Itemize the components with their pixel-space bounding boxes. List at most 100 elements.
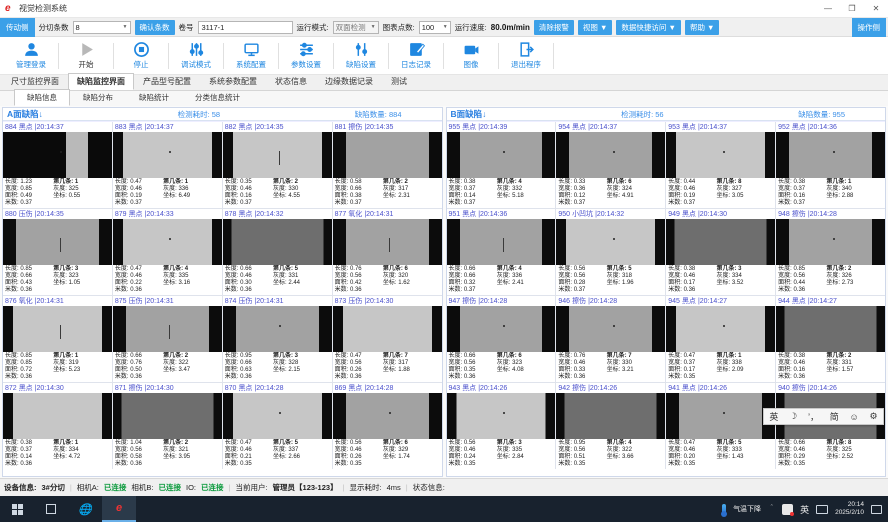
language-indicator[interactable]: 英: [800, 503, 809, 516]
panel-b-title[interactable]: B面缺陷↓: [451, 108, 487, 120]
roll-number-input[interactable]: 3117-1: [198, 21, 293, 34]
defect-cell[interactable]: 953 黑点 |20:14:37 长度: 0.44宽度: 0.46面积: 0.1…: [666, 122, 775, 208]
defect-cell[interactable]: 941 黑点 |20:14:26 长度: 0.47宽度: 0.46面积: 0.2…: [666, 383, 775, 469]
defect-cell[interactable]: 879 黑点 |20:14:33 长度: 0.47宽度: 0.46面积: 0.2…: [113, 209, 222, 295]
drive-side-button[interactable]: 传动侧: [0, 18, 35, 37]
tab-test[interactable]: 测试: [382, 73, 416, 90]
debug-mode-button[interactable]: 调试模式: [169, 41, 223, 70]
taskbar-clock[interactable]: 20:14 2025/2/10: [835, 501, 864, 517]
data-quick-access-button[interactable]: 数据快捷访问 ▼: [616, 20, 681, 35]
ime-lang-toggle[interactable]: 英: [769, 410, 778, 423]
defect-cell[interactable]: 884 黑点 |20:14:37 长度: 1.23宽度: 0.85面积: 0.4…: [3, 122, 112, 208]
parameter-settings-button[interactable]: 参数设置: [279, 41, 333, 70]
ime-simplified-toggle[interactable]: 简: [830, 410, 839, 423]
defect-cell[interactable]: 942 擦伤 |20:14:26 长度: 0.95宽度: 0.56面积: 0.5…: [556, 383, 665, 469]
ime-moon-icon[interactable]: ☽: [789, 411, 797, 422]
defect-image[interactable]: [666, 132, 775, 178]
weather-text[interactable]: 气温下降: [733, 504, 761, 514]
log-record-button[interactable]: 日志记录: [389, 41, 443, 70]
defect-cell[interactable]: 880 压伤 |20:14:35 长度: 0.85宽度: 0.66面积: 0.4…: [3, 209, 112, 295]
defect-image[interactable]: [666, 306, 775, 352]
defect-settings-button[interactable]: 缺陷设置: [334, 41, 388, 70]
defect-cell[interactable]: 882 黑点 |20:14:35 长度: 0.35宽度: 0.46面积: 0.1…: [223, 122, 332, 208]
taskbar-app-browser[interactable]: 🌐: [68, 496, 102, 522]
defect-image[interactable]: [776, 219, 885, 265]
defect-image[interactable]: [333, 306, 442, 352]
tab-status-info[interactable]: 状态信息: [266, 73, 316, 90]
defect-image[interactable]: [556, 132, 665, 178]
defect-cell[interactable]: 881 擦伤 |20:14:35 长度: 0.58宽度: 0.66面积: 0.3…: [333, 122, 442, 208]
defect-cell[interactable]: 872 黑点 |20:14:30 长度: 0.38宽度: 0.37面积: 0.1…: [3, 383, 112, 469]
defect-image[interactable]: [333, 393, 442, 439]
defect-cell[interactable]: 940 擦伤 |20:14:26 长度: 0.66宽度: 0.46面积: 0.2…: [776, 383, 885, 469]
defect-image[interactable]: [776, 306, 885, 352]
clear-alarm-button[interactable]: 清除报警: [534, 20, 574, 35]
defect-cell[interactable]: 874 压伤 |20:14:31 长度: 0.95宽度: 0.66面积: 0.6…: [223, 296, 332, 382]
defect-image[interactable]: [556, 306, 665, 352]
defect-cell[interactable]: 876 氧化 |20:14:31 长度: 0.85宽度: 0.85面积: 0.7…: [3, 296, 112, 382]
defect-image[interactable]: [447, 306, 556, 352]
defect-image[interactable]: [223, 306, 332, 352]
stop-button[interactable]: 停止: [114, 41, 168, 70]
exit-program-button[interactable]: 退出程序: [499, 41, 553, 70]
touch-keyboard-icon[interactable]: [816, 505, 828, 514]
ime-emoji-icon[interactable]: ☺: [850, 412, 859, 422]
subtab-defect-distribution[interactable]: 缺陷分布: [70, 89, 126, 106]
split-count-select[interactable]: 8▼: [73, 21, 131, 34]
defect-cell[interactable]: 946 擦伤 |20:14:28 长度: 0.76宽度: 0.46面积: 0.3…: [556, 296, 665, 382]
defect-cell[interactable]: 951 黑点 |20:14:36 长度: 0.66宽度: 0.66面积: 0.3…: [447, 209, 556, 295]
ime-punctuation-toggle[interactable]: ’，: [808, 410, 819, 423]
defect-image[interactable]: [3, 306, 112, 352]
defect-image[interactable]: [447, 132, 556, 178]
defect-cell[interactable]: 954 黑点 |20:14:37 长度: 0.33宽度: 0.36面积: 0.1…: [556, 122, 665, 208]
defect-image[interactable]: [776, 132, 885, 178]
defect-cell[interactable]: 883 黑点 |20:14:37 长度: 0.47宽度: 0.46面积: 0.1…: [113, 122, 222, 208]
admin-login-button[interactable]: 管理登录: [4, 41, 58, 70]
close-button[interactable]: ✕: [864, 0, 888, 17]
panel-a-title[interactable]: A面缺陷↓: [7, 108, 43, 120]
defect-cell[interactable]: 945 黑点 |20:14:27 长度: 0.47宽度: 0.37面积: 0.1…: [666, 296, 775, 382]
subtab-defect-statistics[interactable]: 缺陷统计: [126, 89, 182, 106]
confirm-count-button[interactable]: 确认条数: [135, 20, 175, 35]
defect-cell[interactable]: 947 擦伤 |20:14:28 长度: 0.66宽度: 0.56面积: 0.3…: [447, 296, 556, 382]
defect-image[interactable]: [556, 219, 665, 265]
help-menu-button[interactable]: 帮助 ▼: [685, 20, 720, 35]
defect-image[interactable]: [447, 393, 556, 439]
task-view-button[interactable]: [34, 496, 68, 522]
defect-cell[interactable]: 870 黑点 |20:14:28 长度: 0.47宽度: 0.46面积: 0.2…: [223, 383, 332, 469]
tab-system-param-config[interactable]: 系统参数配置: [200, 73, 266, 90]
defect-cell[interactable]: 875 压伤 |20:14:31 长度: 0.66宽度: 0.76面积: 0.5…: [113, 296, 222, 382]
defect-image[interactable]: [3, 393, 112, 439]
hidden-icons-chevron[interactable]: ＾: [768, 504, 775, 514]
defect-cell[interactable]: 878 黑点 |20:14:32 长度: 0.66宽度: 0.46面积: 0.3…: [223, 209, 332, 295]
image-button[interactable]: 图像: [444, 41, 498, 70]
defect-cell[interactable]: 871 擦伤 |20:14:30 长度: 1.04宽度: 0.56面积: 0.5…: [113, 383, 222, 469]
start-button[interactable]: 开始: [59, 41, 113, 70]
notification-center-icon[interactable]: [871, 505, 882, 514]
defect-image[interactable]: [223, 132, 332, 178]
defect-image[interactable]: [113, 132, 222, 178]
defect-cell[interactable]: 948 擦伤 |20:14:28 长度: 0.85宽度: 0.56面积: 0.4…: [776, 209, 885, 295]
subtab-class-info-statistics[interactable]: 分类信息统计: [182, 89, 253, 106]
chart-points-select[interactable]: 100▼: [419, 21, 451, 34]
defect-image[interactable]: [3, 132, 112, 178]
maximize-button[interactable]: ❐: [840, 0, 864, 17]
defect-cell[interactable]: 944 黑点 |20:14:27 长度: 0.38宽度: 0.46面积: 0.1…: [776, 296, 885, 382]
defect-image[interactable]: [666, 219, 775, 265]
tab-edge-data-record[interactable]: 边缘数据记录: [316, 73, 382, 90]
defect-image[interactable]: [113, 393, 222, 439]
defect-image[interactable]: [333, 219, 442, 265]
ime-settings-gear-icon[interactable]: ⚙: [870, 411, 878, 422]
run-mode-select[interactable]: 双面检测▼: [333, 21, 379, 34]
defect-image[interactable]: [556, 393, 665, 439]
minimize-button[interactable]: —: [816, 0, 840, 17]
defect-image[interactable]: [666, 393, 775, 439]
defect-cell[interactable]: 950 小凹坑 |20:14:32 长度: 0.56宽度: 0.56面积: 0.…: [556, 209, 665, 295]
tab-defect-monitor[interactable]: 缺陷监控界面: [68, 73, 134, 90]
defect-cell[interactable]: 877 氧化 |20:14:31 长度: 0.76宽度: 0.56面积: 0.4…: [333, 209, 442, 295]
tab-product-model-config[interactable]: 产品型号配置: [134, 73, 200, 90]
defect-cell[interactable]: 873 压伤 |20:14:30 长度: 0.47宽度: 0.56面积: 0.2…: [333, 296, 442, 382]
operator-side-button[interactable]: 操作侧: [852, 18, 887, 37]
defect-cell[interactable]: 955 黑点 |20:14:39 长度: 0.38宽度: 0.37面积: 0.1…: [447, 122, 556, 208]
defect-cell[interactable]: 943 黑点 |20:14:26 长度: 0.56宽度: 0.46面积: 0.2…: [447, 383, 556, 469]
